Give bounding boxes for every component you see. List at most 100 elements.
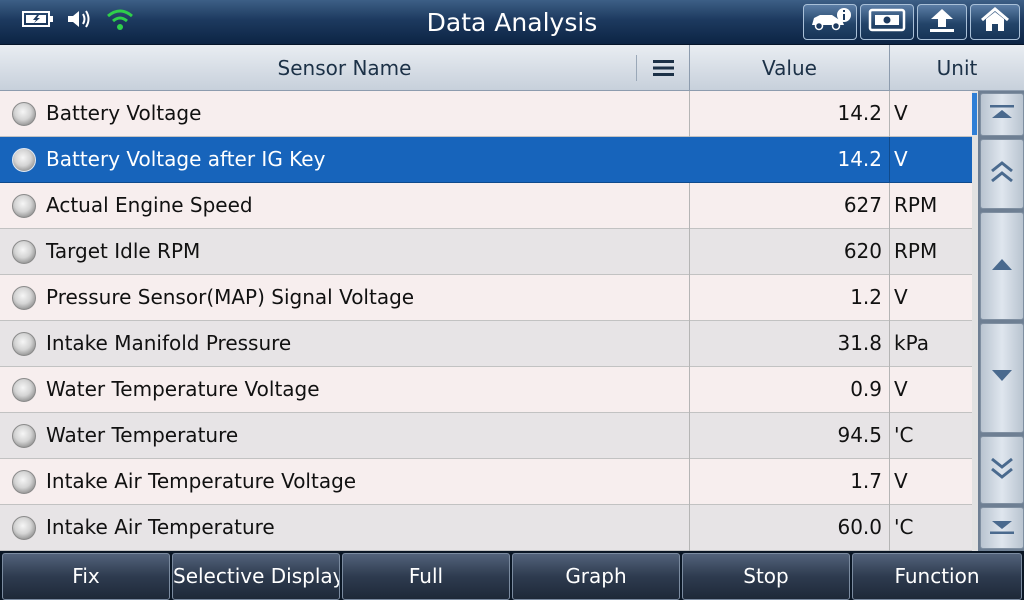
scrollbar-thumb[interactable] <box>972 93 977 135</box>
column-menu-icon[interactable] <box>652 58 676 78</box>
screenshot-button[interactable] <box>860 4 914 40</box>
scroll-button-panel <box>978 91 1024 551</box>
row-radio-icon[interactable] <box>12 516 36 540</box>
sensor-name: Intake Manifold Pressure <box>46 331 292 355</box>
sensor-unit: kPa <box>894 331 929 355</box>
row-radio-icon[interactable] <box>12 470 36 494</box>
sensor-value: 627 <box>843 193 882 217</box>
table-row[interactable]: Water Temperature 94.5 'C <box>0 413 972 459</box>
sensor-unit: V <box>894 469 908 493</box>
scroll-up-button[interactable] <box>980 212 1024 320</box>
scroll-up-icon <box>990 256 1014 276</box>
column-divider <box>889 413 890 459</box>
scroll-top-button[interactable] <box>980 93 1024 136</box>
sensor-name: Intake Air Temperature <box>46 515 275 539</box>
sensor-name: Battery Voltage <box>46 101 202 125</box>
sensor-name: Target Idle RPM <box>46 239 201 263</box>
scroll-bottom-button[interactable] <box>980 507 1024 549</box>
scroll-down-icon <box>990 368 1014 388</box>
function-button[interactable]: Function <box>852 553 1022 600</box>
sensor-value: 0.9 <box>850 377 882 401</box>
row-radio-icon[interactable] <box>12 240 36 264</box>
selective-display-button[interactable]: Selective Display <box>172 553 340 600</box>
column-divider <box>889 321 890 367</box>
table-row-selected[interactable]: Battery Voltage after IG Key 14.2 V <box>0 137 972 183</box>
vehicle-info-button[interactable] <box>803 4 857 40</box>
sensor-name: Battery Voltage after IG Key <box>46 147 326 171</box>
home-button[interactable] <box>970 4 1020 40</box>
screenshot-icon <box>868 7 906 37</box>
sensor-unit: V <box>894 285 908 309</box>
column-header-unit[interactable]: Unit <box>890 45 1024 91</box>
column-header-label: Sensor Name <box>277 56 412 80</box>
back-up-icon <box>927 7 957 37</box>
scroll-bottom-icon <box>989 516 1015 540</box>
sensor-unit: 'C <box>894 423 914 447</box>
scroll-down-button[interactable] <box>980 323 1024 433</box>
home-icon <box>980 7 1010 37</box>
sensor-value: 14.2 <box>837 147 882 171</box>
page-down-button[interactable] <box>980 436 1024 504</box>
header-divider <box>636 55 637 81</box>
page-down-icon <box>989 456 1015 484</box>
sensor-name: Actual Engine Speed <box>46 193 253 217</box>
fix-button[interactable]: Fix <box>2 553 170 600</box>
column-divider <box>889 275 890 321</box>
column-header-label: Value <box>762 56 817 80</box>
sensor-unit: 'C <box>894 515 914 539</box>
sensor-unit: V <box>894 377 908 401</box>
full-button[interactable]: Full <box>342 553 510 600</box>
sensor-value: 94.5 <box>837 423 882 447</box>
column-header-sensor-name[interactable]: Sensor Name <box>0 45 690 91</box>
table-row[interactable]: Target Idle RPM 620 RPM <box>0 229 972 275</box>
stop-button[interactable]: Stop <box>682 553 850 600</box>
column-divider <box>889 459 890 505</box>
sensor-value: 620 <box>843 239 882 263</box>
column-divider <box>889 183 890 229</box>
row-radio-icon[interactable] <box>12 148 36 172</box>
sensor-unit: V <box>894 101 908 125</box>
sensor-value: 1.7 <box>850 469 882 493</box>
sensor-name: Water Temperature Voltage <box>46 377 320 401</box>
row-radio-icon[interactable] <box>12 378 36 402</box>
graph-button[interactable]: Graph <box>512 553 680 600</box>
table-row[interactable]: Pressure Sensor(MAP) Signal Voltage 1.2 … <box>0 275 972 321</box>
sensor-name: Pressure Sensor(MAP) Signal Voltage <box>46 285 415 309</box>
table-header: Sensor Name Value Unit <box>0 45 1024 91</box>
sensor-unit: RPM <box>894 193 938 217</box>
back-up-button[interactable] <box>917 4 967 40</box>
scroll-top-icon <box>989 103 1015 127</box>
column-divider <box>889 505 890 551</box>
row-radio-icon[interactable] <box>12 102 36 126</box>
sensor-value: 1.2 <box>850 285 882 309</box>
sensor-unit: RPM <box>894 239 938 263</box>
row-radio-icon[interactable] <box>12 194 36 218</box>
table-row[interactable]: Intake Air Temperature Voltage 1.7 V <box>0 459 972 505</box>
page-up-icon <box>989 160 1015 188</box>
table-row[interactable]: Intake Air Temperature 60.0 'C <box>0 505 972 551</box>
column-divider <box>889 367 890 413</box>
sensor-name: Intake Air Temperature Voltage <box>46 469 357 493</box>
sensor-value: 14.2 <box>837 101 882 125</box>
table-row[interactable]: Battery Voltage 14.2 V <box>0 91 972 137</box>
column-header-value[interactable]: Value <box>690 45 890 91</box>
sensor-name: Water Temperature <box>46 423 239 447</box>
column-header-label: Unit <box>936 56 978 80</box>
table-row[interactable]: Actual Engine Speed 627 RPM <box>0 183 972 229</box>
vehicle-info-icon <box>808 7 852 37</box>
sensor-table: Battery Voltage 14.2 V Battery Voltage a… <box>0 91 972 551</box>
page-up-button[interactable] <box>980 139 1024 209</box>
function-bar: Fix Selective Display Full Graph Stop Fu… <box>0 551 1024 600</box>
row-radio-icon[interactable] <box>12 424 36 448</box>
column-divider <box>889 137 890 183</box>
sensor-value: 60.0 <box>837 515 882 539</box>
row-radio-icon[interactable] <box>12 286 36 310</box>
title-bar: Data Analysis <box>0 0 1024 45</box>
sensor-value: 31.8 <box>837 331 882 355</box>
column-divider <box>889 91 890 137</box>
row-radio-icon[interactable] <box>12 332 36 356</box>
column-divider <box>889 229 890 275</box>
sensor-unit: V <box>894 147 908 171</box>
table-row[interactable]: Intake Manifold Pressure 31.8 kPa <box>0 321 972 367</box>
table-row[interactable]: Water Temperature Voltage 0.9 V <box>0 367 972 413</box>
